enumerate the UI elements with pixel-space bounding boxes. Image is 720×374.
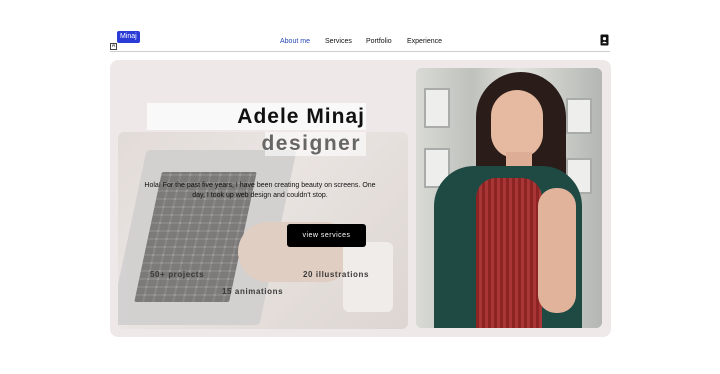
nav-item-experience[interactable]: Experience xyxy=(407,37,442,46)
main-nav: About me Services Portfolio Experience xyxy=(0,37,720,46)
hero-name: Adele Minaj xyxy=(237,105,365,128)
nav-item-services[interactable]: Services xyxy=(325,37,352,46)
stat-illustrations: 20 illustrations xyxy=(303,270,370,279)
designer-portrait-image xyxy=(416,68,602,328)
nav-item-about-me[interactable]: About me xyxy=(280,37,310,46)
hero-role: designer xyxy=(261,132,361,155)
hero-intro-text: Hola! For the past five years, I have be… xyxy=(144,182,376,199)
header-divider xyxy=(110,51,610,52)
nav-item-portfolio[interactable]: Portfolio xyxy=(366,37,392,46)
view-services-button[interactable]: view services xyxy=(287,224,366,247)
stat-animations: 15 animations xyxy=(222,287,284,296)
hero-card: Adele Minaj designer Hola! For the past … xyxy=(110,60,611,337)
stat-projects: 50+ projects xyxy=(150,270,205,279)
contact-book-icon[interactable] xyxy=(600,34,609,46)
